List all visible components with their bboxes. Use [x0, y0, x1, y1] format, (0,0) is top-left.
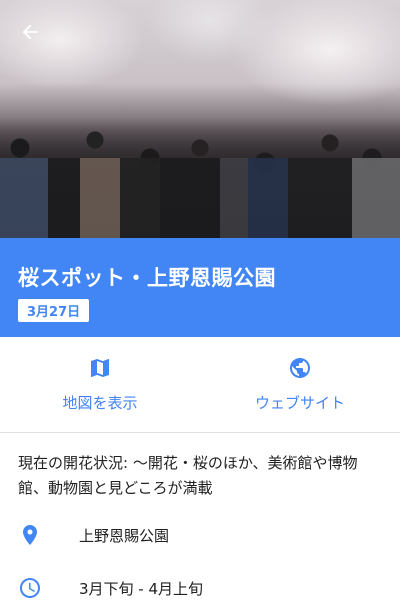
hero-crowd-clothing: [0, 158, 400, 238]
period-text: 3月下旬 - 4月上旬: [79, 579, 204, 598]
action-bar: 地図を表示 ウェブサイト: [0, 337, 400, 433]
page-title: 桜スポット・上野恩賜公園: [18, 266, 276, 290]
clock-icon: [20, 578, 40, 598]
website-button[interactable]: ウェブサイト: [200, 337, 400, 432]
location-row[interactable]: 上野恩賜公園: [0, 511, 400, 559]
website-label: ウェブサイト: [254, 394, 345, 412]
period-row: 3月下旬 - 4月上旬: [0, 564, 400, 612]
view-map-label: 地図を表示: [62, 394, 138, 412]
map-icon: [91, 359, 109, 377]
arrow-back-icon: [22, 24, 38, 40]
location-pin-icon: [23, 525, 37, 545]
hero-image: [0, 0, 400, 238]
view-map-button[interactable]: 地図を表示: [0, 337, 200, 432]
title-band: 桜スポット・上野恩賜公園 3月27日: [0, 238, 400, 337]
date-badge: 3月27日: [18, 299, 90, 322]
globe-icon: [290, 358, 310, 378]
bloom-status-description: 現在の開花状況: 〜開花・桜のほか、美術館や博物館、動物園と見どころが満載: [18, 454, 358, 497]
location-text: 上野恩賜公園: [79, 526, 170, 545]
back-button[interactable]: [14, 16, 46, 48]
